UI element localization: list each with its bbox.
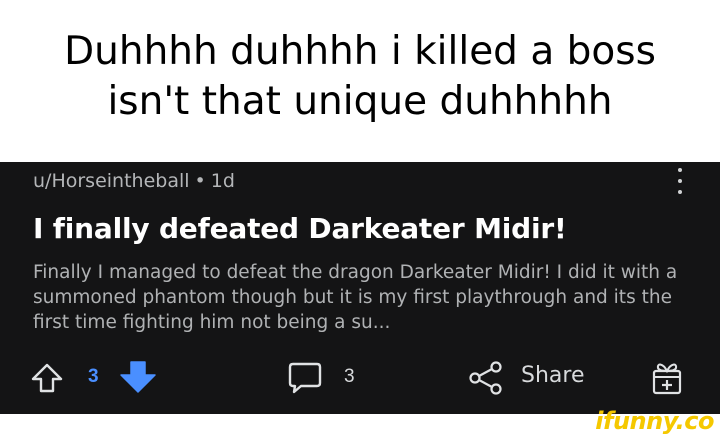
- share-button[interactable]: [466, 361, 506, 395]
- share-nodes-icon: [469, 361, 502, 395]
- upvote-button[interactable]: [30, 362, 64, 394]
- comment-button[interactable]: [287, 361, 323, 395]
- author-link[interactable]: u/Horseintheball: [33, 170, 190, 192]
- meme-caption: Duhhhh duhhhh i killed a boss isn't that…: [0, 0, 720, 162]
- gift-icon: [652, 363, 682, 395]
- award-button[interactable]: [651, 360, 683, 396]
- post-meta: u/Horseintheball • 1d: [33, 170, 235, 192]
- post-card[interactable]: u/Horseintheball • 1d I finally defeated D…: [0, 162, 720, 414]
- ifunny-watermark: ifunny.co: [595, 407, 714, 435]
- kebab-menu-icon[interactable]: [676, 168, 684, 194]
- meta-separator: •: [194, 170, 206, 192]
- caption-text: Duhhhh duhhhh i killed a boss isn't that…: [64, 29, 656, 124]
- comment-count: 3: [344, 366, 355, 387]
- share-label[interactable]: Share: [521, 363, 585, 388]
- post-title[interactable]: I finally defeated Darkeater Midir!: [33, 212, 567, 245]
- vote-count: 3: [88, 366, 99, 387]
- arrow-up-outline-icon: [31, 363, 63, 393]
- speech-bubble-icon: [288, 362, 322, 394]
- downvote-button[interactable]: [118, 360, 158, 394]
- post-body[interactable]: Finally I managed to defeat the dragon D…: [33, 260, 693, 335]
- action-bar: 3 3 Share: [0, 358, 720, 398]
- arrow-down-filled-icon: [120, 361, 156, 393]
- post-age: 1d: [210, 170, 235, 192]
